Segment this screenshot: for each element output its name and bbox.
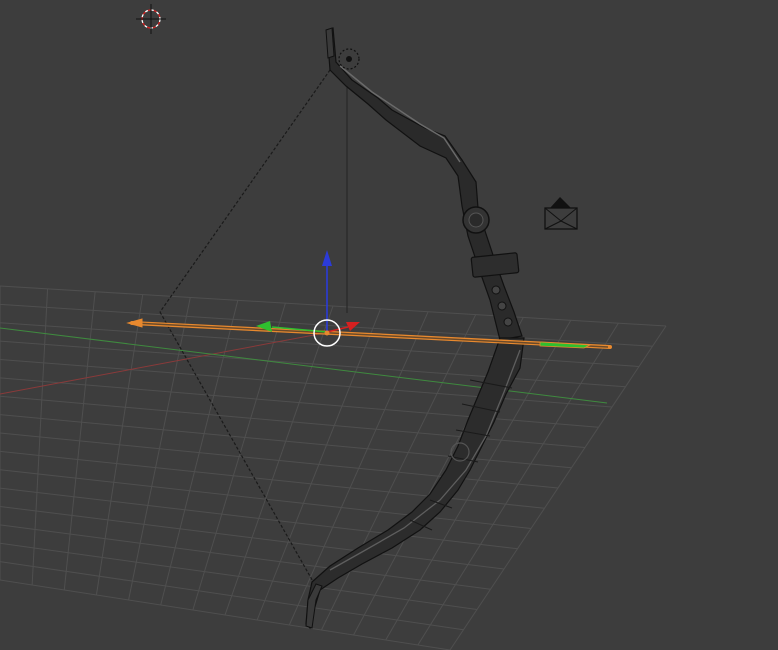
arrow-shaft: [133, 322, 609, 348]
camera-icon[interactable]: [544, 197, 578, 230]
gizmo-origin-dot: [324, 330, 330, 336]
bow-rivet-1: [491, 285, 501, 295]
arrow-head: [126, 318, 143, 328]
3d-viewport[interactable]: [0, 0, 778, 650]
gizmo-z-arrowhead[interactable]: [322, 250, 332, 266]
bow-upper-tip: [325, 27, 335, 59]
bow-knob-inner: [468, 212, 484, 228]
bow-lower-tip: [305, 583, 323, 629]
3d-cursor-icon[interactable]: [136, 4, 166, 34]
bow-lower-limb[interactable]: [305, 337, 525, 630]
bow-rivet-3: [503, 317, 513, 327]
viewport-canvas[interactable]: [0, 0, 778, 650]
gizmo-x-axis[interactable]: [326, 326, 349, 333]
bow-rivet-2: [497, 301, 507, 311]
bow-grip-band[interactable]: [470, 252, 520, 278]
empty-object-icon[interactable]: [338, 48, 360, 70]
gizmo-x-arrowhead[interactable]: [346, 322, 360, 331]
arrow[interactable]: [126, 318, 612, 349]
bow-upper-limb[interactable]: [326, 27, 523, 341]
